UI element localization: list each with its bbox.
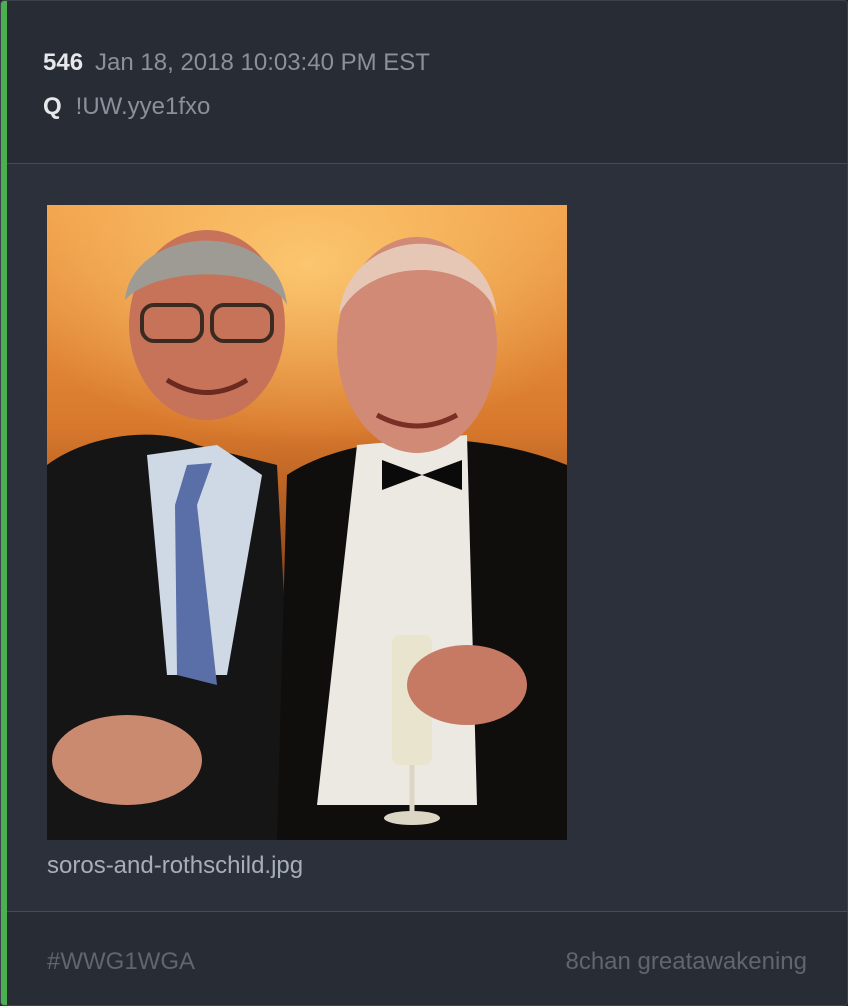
attachment-filename[interactable]: soros-and-rothschild.jpg <box>47 852 303 880</box>
post-author-line: Q !UW.yye1fxo <box>43 93 210 121</box>
post-tripcode: !UW.yye1fxo <box>75 93 211 120</box>
post-header: 546 Jan 18, 2018 10:03:40 PM EST Q !UW.yye… <box>7 1 847 164</box>
post-meta: 546 Jan 18, 2018 10:03:40 PM EST <box>43 49 430 77</box>
hashtag[interactable]: #WWG1WGA <box>47 948 195 976</box>
post-body: soros-and-rothschild.jpg <box>7 164 847 910</box>
attachment-image[interactable] <box>47 205 567 840</box>
post-card: 546 Jan 18, 2018 10:03:40 PM EST Q !UW.yye… <box>0 0 848 1006</box>
source-label[interactable]: 8chan greatawakening <box>565 948 807 976</box>
post-footer: #WWG1WGA 8chan greatawakening <box>7 911 847 1005</box>
post-author: Q <box>43 93 62 120</box>
post-number[interactable]: 546 <box>43 49 83 76</box>
post-timestamp: Jan 18, 2018 10:03:40 PM EST <box>95 49 430 76</box>
photo-illustration <box>47 205 567 840</box>
